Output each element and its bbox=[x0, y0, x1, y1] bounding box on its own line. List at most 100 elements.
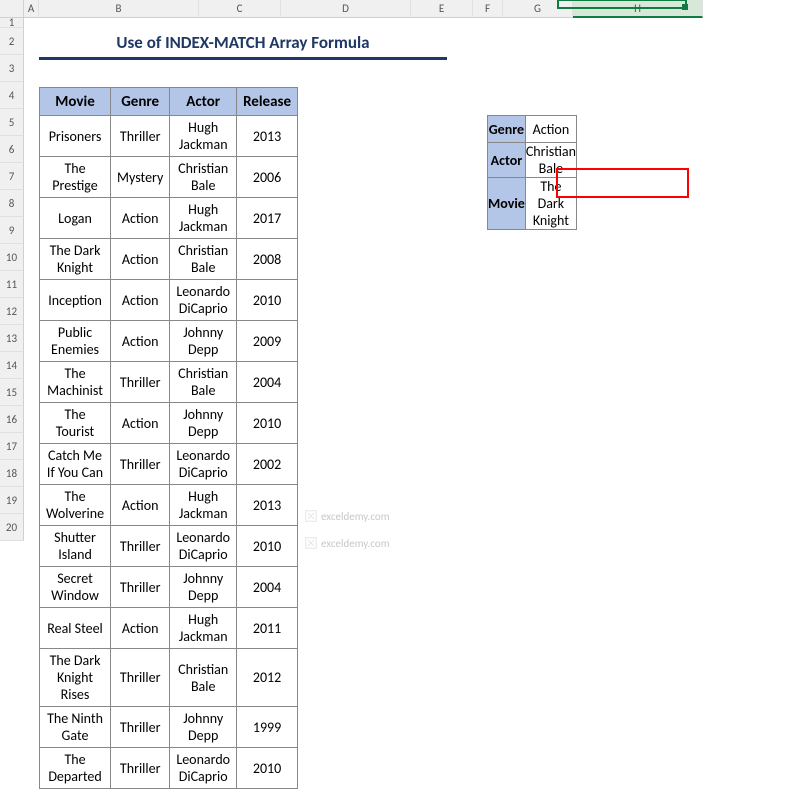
row-header-2[interactable]: 2 bbox=[0, 28, 24, 55]
cell-release[interactable]: 2010 bbox=[237, 748, 298, 789]
cell-genre[interactable]: Action bbox=[111, 321, 170, 362]
row-header-12[interactable]: 12 bbox=[0, 298, 24, 325]
cell-release[interactable]: 2013 bbox=[237, 485, 298, 526]
column-header-C[interactable]: C bbox=[199, 0, 281, 18]
row-header-10[interactable]: 10 bbox=[0, 244, 24, 271]
cell-actor[interactable]: Leonardo DiCaprio bbox=[170, 280, 237, 321]
cell-genre[interactable]: Action bbox=[111, 403, 170, 444]
cell-genre[interactable]: Action bbox=[111, 198, 170, 239]
header-movie[interactable]: Movie bbox=[40, 88, 111, 116]
row-header-15[interactable]: 15 bbox=[0, 379, 24, 406]
cell-movie[interactable]: Shutter Island bbox=[40, 526, 111, 567]
lookup-genre-label[interactable]: Genre bbox=[488, 116, 526, 143]
cell-genre[interactable]: Mystery bbox=[111, 157, 170, 198]
lookup-actor-value[interactable]: Christian Bale bbox=[525, 143, 576, 178]
cell-actor[interactable]: Johnny Depp bbox=[170, 321, 237, 362]
column-header-F[interactable]: F bbox=[473, 0, 503, 18]
cell-release[interactable]: 2010 bbox=[237, 280, 298, 321]
cell-genre[interactable]: Action bbox=[111, 608, 170, 649]
cell-movie[interactable]: Catch Me If You Can bbox=[40, 444, 111, 485]
column-header-D[interactable]: D bbox=[281, 0, 411, 18]
cell-actor[interactable]: Christian Bale bbox=[170, 362, 237, 403]
column-header-E[interactable]: E bbox=[411, 0, 473, 18]
cell-actor[interactable]: Christian Bale bbox=[170, 239, 237, 280]
cell-genre[interactable]: Action bbox=[111, 485, 170, 526]
cell-release[interactable]: 2009 bbox=[237, 321, 298, 362]
cell-release[interactable]: 2017 bbox=[237, 198, 298, 239]
column-header-G[interactable]: G bbox=[503, 0, 573, 18]
cell-release[interactable]: 2012 bbox=[237, 649, 298, 707]
row-header-1[interactable]: 1 bbox=[0, 18, 24, 28]
cell-actor[interactable]: Hugh Jackman bbox=[170, 198, 237, 239]
row-header-7[interactable]: 7 bbox=[0, 163, 24, 190]
cell-release[interactable]: 1999 bbox=[237, 707, 298, 748]
cell-movie[interactable]: Inception bbox=[40, 280, 111, 321]
row-header-19[interactable]: 19 bbox=[0, 487, 24, 514]
cell-release[interactable]: 2002 bbox=[237, 444, 298, 485]
row-header-4[interactable]: 4 bbox=[0, 82, 24, 109]
row-header-3[interactable]: 3 bbox=[0, 55, 24, 82]
cell-release[interactable]: 2010 bbox=[237, 403, 298, 444]
cell-actor[interactable]: Christian Bale bbox=[170, 157, 237, 198]
row-header-9[interactable]: 9 bbox=[0, 217, 24, 244]
cell-actor[interactable]: Hugh Jackman bbox=[170, 608, 237, 649]
row-header-14[interactable]: 14 bbox=[0, 352, 24, 379]
row-header-6[interactable]: 6 bbox=[0, 136, 24, 163]
cell-genre[interactable]: Thriller bbox=[111, 444, 170, 485]
cell-movie[interactable]: Logan bbox=[40, 198, 111, 239]
row-header-8[interactable]: 8 bbox=[0, 190, 24, 217]
header-genre[interactable]: Genre bbox=[111, 88, 170, 116]
column-header-B[interactable]: B bbox=[39, 0, 199, 18]
cell-movie[interactable]: The Departed bbox=[40, 748, 111, 789]
cell-actor[interactable]: Hugh Jackman bbox=[170, 116, 237, 157]
row-header-18[interactable]: 18 bbox=[0, 460, 24, 487]
cell-genre[interactable]: Thriller bbox=[111, 748, 170, 789]
cell-genre[interactable]: Thriller bbox=[111, 526, 170, 567]
cell-movie[interactable]: Secret Window bbox=[40, 567, 111, 608]
row-header-13[interactable]: 13 bbox=[0, 325, 24, 352]
cell-genre[interactable]: Thriller bbox=[111, 707, 170, 748]
cell-actor[interactable]: Christian Bale bbox=[170, 649, 237, 707]
cell-movie[interactable]: The Dark Knight bbox=[40, 239, 111, 280]
cell-release[interactable]: 2006 bbox=[237, 157, 298, 198]
cell-release[interactable]: 2008 bbox=[237, 239, 298, 280]
row-header-20[interactable]: 20 bbox=[0, 514, 24, 541]
column-header-A[interactable]: A bbox=[24, 0, 39, 18]
column-header-H[interactable]: H bbox=[573, 0, 703, 18]
cell-release[interactable]: 2004 bbox=[237, 362, 298, 403]
cell-movie[interactable]: The Ninth Gate bbox=[40, 707, 111, 748]
row-header-16[interactable]: 16 bbox=[0, 406, 24, 433]
cell-movie[interactable]: Prisoners bbox=[40, 116, 111, 157]
lookup-actor-label[interactable]: Actor bbox=[488, 143, 526, 178]
cell-actor[interactable]: Johnny Depp bbox=[170, 567, 237, 608]
cell-release[interactable]: 2011 bbox=[237, 608, 298, 649]
header-actor[interactable]: Actor bbox=[170, 88, 237, 116]
cell-release[interactable]: 2004 bbox=[237, 567, 298, 608]
cell-movie[interactable]: Real Steel bbox=[40, 608, 111, 649]
lookup-movie-label[interactable]: Movie bbox=[488, 178, 526, 230]
cell-actor[interactable]: Leonardo DiCaprio bbox=[170, 748, 237, 789]
row-header-5[interactable]: 5 bbox=[0, 109, 24, 136]
cell-movie[interactable]: The Prestige bbox=[40, 157, 111, 198]
cell-movie[interactable]: Public Enemies bbox=[40, 321, 111, 362]
cell-genre[interactable]: Action bbox=[111, 280, 170, 321]
cell-actor[interactable]: Leonardo DiCaprio bbox=[170, 444, 237, 485]
cell-genre[interactable]: Action bbox=[111, 239, 170, 280]
cell-movie[interactable]: The Dark Knight Rises bbox=[40, 649, 111, 707]
cell-actor[interactable]: Hugh Jackman bbox=[170, 485, 237, 526]
cell-genre[interactable]: Thriller bbox=[111, 362, 170, 403]
cell-release[interactable]: 2013 bbox=[237, 116, 298, 157]
cell-genre[interactable]: Thriller bbox=[111, 649, 170, 707]
cell-genre[interactable]: Thriller bbox=[111, 567, 170, 608]
cell-movie[interactable]: The Machinist bbox=[40, 362, 111, 403]
cell-genre[interactable]: Thriller bbox=[111, 116, 170, 157]
lookup-movie-value[interactable]: The Dark Knight bbox=[525, 178, 576, 230]
cell-actor[interactable]: Johnny Depp bbox=[170, 707, 237, 748]
row-header-17[interactable]: 17 bbox=[0, 433, 24, 460]
cell-actor[interactable]: Leonardo DiCaprio bbox=[170, 526, 237, 567]
cell-actor[interactable]: Johnny Depp bbox=[170, 403, 237, 444]
header-release[interactable]: Release bbox=[237, 88, 298, 116]
lookup-genre-value[interactable]: Action bbox=[525, 116, 576, 143]
row-header-11[interactable]: 11 bbox=[0, 271, 24, 298]
cell-movie[interactable]: The Wolverine bbox=[40, 485, 111, 526]
